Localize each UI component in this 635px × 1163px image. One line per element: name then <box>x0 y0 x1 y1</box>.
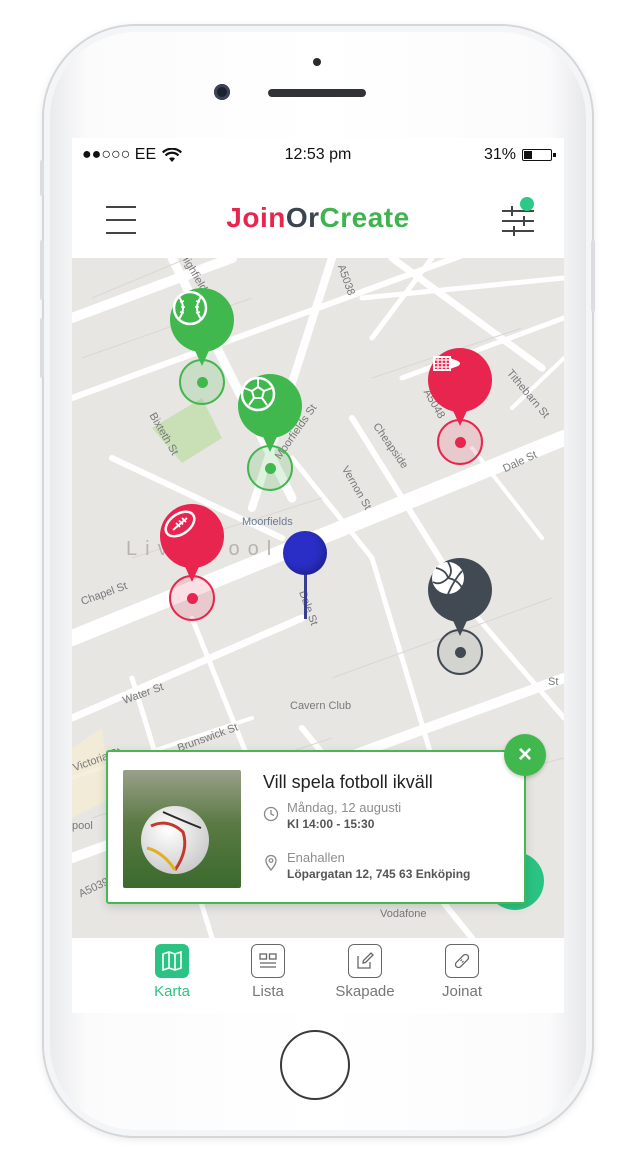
earpiece-speaker <box>268 89 366 97</box>
event-location: Enahallen Löpargatan 12, 745 63 Enköping <box>263 850 470 881</box>
nav-item-karta[interactable]: Karta <box>132 944 212 1000</box>
logo-create: Create <box>319 202 410 233</box>
user-location-pin <box>283 531 327 621</box>
app-bar: JoinOrCreate <box>72 172 564 258</box>
app-logo: JoinOrCreate <box>72 202 564 234</box>
front-camera <box>214 84 230 100</box>
event-address: Löpargatan 12, 745 63 Enköping <box>287 867 471 881</box>
event-datetime: Måndag, 12 augusti Kl 14:00 - 15:30 <box>263 800 401 831</box>
station-label: Moorfields <box>242 516 293 528</box>
close-card-button[interactable]: × <box>504 734 546 776</box>
event-time: Kl 14:00 - 15:30 <box>287 817 375 831</box>
nav-label: Joinat <box>441 983 483 1000</box>
nav-label: Lista <box>252 983 284 1000</box>
bottom-navigation: Karta Lista Skapade Joinat <box>72 938 564 1013</box>
filter-notification-dot <box>520 197 534 211</box>
battery-fill <box>524 151 532 159</box>
location-pin-icon <box>265 854 277 872</box>
american-football-icon <box>164 510 196 538</box>
logo-join: Join <box>226 202 286 233</box>
nav-item-joinat[interactable]: Joinat <box>422 944 502 1000</box>
proximity-sensor <box>313 58 321 66</box>
battery-icon <box>522 149 556 161</box>
list-icon <box>251 944 285 978</box>
shuttlecock-icon <box>433 356 460 371</box>
street-label: St <box>548 676 559 688</box>
volume-down-button <box>40 318 44 378</box>
volume-up-button <box>40 240 44 300</box>
home-button[interactable] <box>280 1030 350 1100</box>
event-title: Vill spela fotboll ikväll <box>263 772 433 792</box>
edit-icon <box>348 944 382 978</box>
nav-label: Karta <box>154 983 190 1000</box>
map-marker-american-football[interactable] <box>160 504 224 629</box>
event-venue: Enahallen <box>287 850 345 865</box>
event-date: Måndag, 12 augusti <box>287 800 402 815</box>
map-marker-badminton[interactable] <box>428 348 492 473</box>
power-button <box>591 240 595 312</box>
street-label: pool <box>72 820 93 832</box>
map-icon <box>155 944 189 978</box>
status-bar: ●●○○○ EE 12:53 pm 31% <box>72 138 564 172</box>
mute-switch <box>40 160 44 196</box>
poi-label: Vodafone <box>380 908 427 920</box>
sliders-icon[interactable] <box>500 197 536 238</box>
app-screen: ●●○○○ EE 12:53 pm 31% JoinOrCreate Highf… <box>72 138 564 1013</box>
nav-item-skapade[interactable]: Skapade <box>325 944 405 1000</box>
map-marker-soccer[interactable] <box>238 374 302 499</box>
event-photo <box>123 770 241 888</box>
nav-label: Skapade <box>335 983 395 1000</box>
event-card[interactable]: Vill spela fotboll ikväll Måndag, 12 aug… <box>106 750 526 904</box>
poi-label: Cavern Club <box>290 700 352 712</box>
close-icon: × <box>517 741 532 768</box>
map-marker-baseball[interactable] <box>170 288 234 413</box>
clock-icon <box>263 806 279 822</box>
baseball-icon <box>172 290 208 326</box>
map-marker-volleyball[interactable] <box>428 558 492 683</box>
nav-item-lista[interactable]: Lista <box>228 944 308 1000</box>
soccer-ball-icon <box>240 376 276 412</box>
volleyball-icon <box>432 561 464 595</box>
bandage-icon <box>445 944 479 978</box>
logo-or: Or <box>285 202 320 233</box>
battery-percent: 31% <box>483 146 516 163</box>
